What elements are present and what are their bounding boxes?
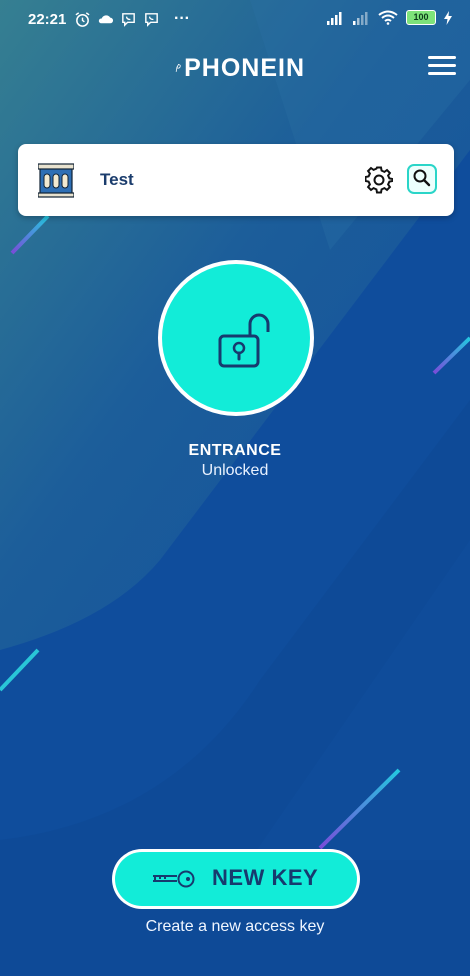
building-icon — [38, 163, 74, 198]
new-key-caption: Create a new access key — [145, 918, 325, 935]
status-time: 22:21 — [28, 11, 67, 28]
status-icons-left: ··· — [74, 10, 190, 28]
phonein-logo-icon — [175, 64, 181, 72]
signal-icon — [327, 11, 342, 25]
viber-icon — [122, 12, 135, 27]
search-icon — [413, 169, 431, 187]
door-status: Unlocked — [201, 462, 269, 479]
site-name: Test — [100, 170, 134, 189]
lock-circle — [162, 264, 310, 412]
site-card[interactable]: Test — [18, 144, 454, 216]
brand-logo: PHONEIN — [175, 46, 305, 90]
search-button[interactable] — [407, 164, 437, 194]
battery-icon: 100 — [406, 10, 436, 25]
brand-name: PHONEIN — [184, 53, 305, 82]
new-key-button-face: NEW KEY — [115, 852, 357, 906]
more-dots-icon: ··· — [174, 10, 190, 27]
door-name: ENTRANCE — [188, 442, 282, 459]
viber-icon — [145, 12, 158, 27]
hamburger-icon[interactable] — [428, 56, 456, 78]
new-key-button[interactable]: NEW KEY — [112, 849, 360, 909]
unlock-button[interactable] — [158, 260, 314, 416]
status-bar: 22:21 ··· 100 — [0, 0, 470, 40]
unlocked-padlock-icon — [218, 313, 270, 368]
wifi-icon — [378, 10, 398, 25]
alarm-icon — [75, 11, 90, 27]
signal-icon — [353, 11, 368, 25]
key-icon — [153, 870, 195, 888]
gear-icon[interactable] — [365, 166, 393, 194]
cloud-icon — [98, 14, 114, 23]
charging-icon — [444, 10, 452, 25]
new-key-label: NEW KEY — [212, 865, 319, 890]
status-icons-right: 100 — [326, 10, 452, 25]
